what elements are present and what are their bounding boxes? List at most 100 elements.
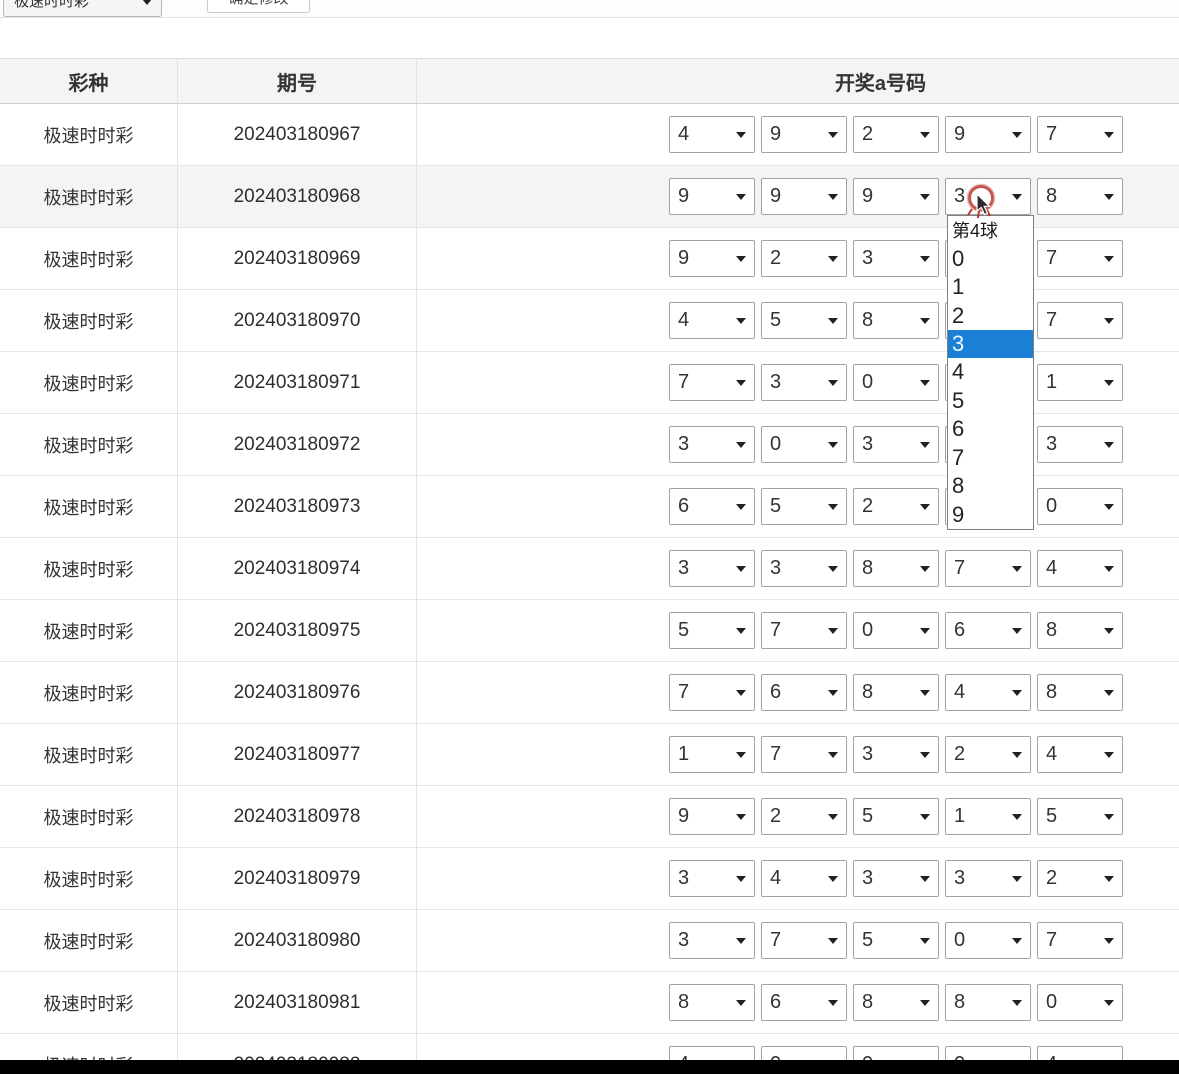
ball-2-select[interactable]: 3 <box>761 364 847 401</box>
ball-select-value: 8 <box>1046 681 1057 704</box>
ball-4-select[interactable]: 1 <box>945 798 1031 835</box>
ball-3-select[interactable]: 0 <box>853 364 939 401</box>
ball-2-select[interactable]: 0 <box>761 426 847 463</box>
dropdown-option[interactable]: 6 <box>948 415 1033 443</box>
lottery-type-cell: 极速时时彩 <box>0 538 178 599</box>
ball-select-value: 3 <box>1046 433 1057 456</box>
ball-4-select[interactable]: 4 <box>945 674 1031 711</box>
ball-1-select[interactable]: 7 <box>669 364 755 401</box>
ball-3-select[interactable]: 8 <box>853 550 939 587</box>
lottery-type-cell: 极速时时彩 <box>0 166 178 227</box>
dropdown-option[interactable]: 7 <box>948 444 1033 472</box>
ball-5-select[interactable]: 7 <box>1037 116 1123 153</box>
ball-5-select[interactable]: 3 <box>1037 426 1123 463</box>
ball-3-select[interactable]: 9 <box>853 178 939 215</box>
ball-1-select[interactable]: 4 <box>669 302 755 339</box>
ball-5-select[interactable]: 0 <box>1037 488 1123 525</box>
dropdown-option[interactable]: 5 <box>948 387 1033 415</box>
ball-2-select[interactable]: 7 <box>761 922 847 959</box>
ball-3-select[interactable]: 0 <box>853 612 939 649</box>
dropdown-option[interactable]: 8 <box>948 472 1033 500</box>
ball-5-select[interactable]: 5 <box>1037 798 1123 835</box>
ball-4-select[interactable]: 6 <box>945 612 1031 649</box>
ball-2-select[interactable]: 6 <box>761 984 847 1021</box>
ball-5-select[interactable]: 0 <box>1037 984 1123 1021</box>
ball-2-select[interactable]: 2 <box>761 240 847 277</box>
ball-select-value: 4 <box>1046 557 1057 580</box>
ball-1-select[interactable]: 6 <box>669 488 755 525</box>
ball-3-select[interactable]: 2 <box>853 488 939 525</box>
ball-5-select[interactable]: 8 <box>1037 674 1123 711</box>
ball-1-select[interactable]: 5 <box>669 612 755 649</box>
period-cell: 202403180970 <box>178 290 417 351</box>
dropdown-option[interactable]: 3 <box>948 330 1033 358</box>
ball-5-select[interactable]: 8 <box>1037 178 1123 215</box>
ball-3-select[interactable]: 3 <box>853 240 939 277</box>
ball-1-select[interactable]: 3 <box>669 426 755 463</box>
dropdown-option[interactable]: 1 <box>948 273 1033 301</box>
ball-2-select[interactable]: 7 <box>761 736 847 773</box>
ball-3-select[interactable]: 5 <box>853 922 939 959</box>
ball-1-select[interactable]: 3 <box>669 860 755 897</box>
ball-3-select[interactable]: 5 <box>853 798 939 835</box>
caret-down-icon <box>920 876 930 882</box>
ball-2-select[interactable]: 3 <box>761 550 847 587</box>
ball-4-select[interactable]: 8 <box>945 984 1031 1021</box>
ball-5-select[interactable]: 8 <box>1037 612 1123 649</box>
ball-4-select[interactable]: 2 <box>945 736 1031 773</box>
caret-down-icon <box>920 504 930 510</box>
ball-5-select[interactable]: 4 <box>1037 550 1123 587</box>
ball-4-select[interactable]: 0 <box>945 922 1031 959</box>
period-cell: 202403180976 <box>178 662 417 723</box>
ball-2-select[interactable]: 2 <box>761 798 847 835</box>
ball-3-select[interactable]: 8 <box>853 984 939 1021</box>
ball-select-value: 8 <box>954 991 965 1014</box>
ball-3-select[interactable]: 8 <box>853 302 939 339</box>
ball-3-select[interactable]: 3 <box>853 736 939 773</box>
draw-numbers-cell: 33874 <box>417 538 1178 599</box>
ball-5-select[interactable]: 7 <box>1037 922 1123 959</box>
ball-5-select[interactable]: 7 <box>1037 302 1123 339</box>
top-toolbar: 极速时时彩 确定修改 <box>0 0 1179 18</box>
dropdown-option[interactable]: 0 <box>948 244 1033 272</box>
ball-2-select[interactable]: 7 <box>761 612 847 649</box>
caret-down-icon <box>736 194 746 200</box>
ball-2-select[interactable]: 4 <box>761 860 847 897</box>
ball-select-value: 0 <box>862 619 873 642</box>
ball-2-select[interactable]: 5 <box>761 488 847 525</box>
ball-1-select[interactable]: 9 <box>669 178 755 215</box>
period-cell: 202403180978 <box>178 786 417 847</box>
ball-2-select[interactable]: 6 <box>761 674 847 711</box>
lottery-type-select[interactable]: 极速时时彩 <box>3 0 162 17</box>
ball-3-select[interactable]: 3 <box>853 860 939 897</box>
ball-5-select[interactable]: 2 <box>1037 860 1123 897</box>
dropdown-option[interactable]: 4 <box>948 358 1033 386</box>
ball-2-select[interactable]: 9 <box>761 178 847 215</box>
dropdown-option[interactable]: 9 <box>948 501 1033 529</box>
ball-1-select[interactable]: 8 <box>669 984 755 1021</box>
ball-select-value: 0 <box>862 371 873 394</box>
ball-5-select[interactable]: 1 <box>1037 364 1123 401</box>
ball-1-select[interactable]: 3 <box>669 922 755 959</box>
ball-4-select[interactable]: 3 <box>945 860 1031 897</box>
ball-1-select[interactable]: 4 <box>669 116 755 153</box>
ball-1-select[interactable]: 7 <box>669 674 755 711</box>
ball-select-value: 2 <box>770 805 781 828</box>
ball-1-select[interactable]: 3 <box>669 550 755 587</box>
dropdown-option[interactable]: 2 <box>948 301 1033 329</box>
table-row: 极速时时彩20240318097717324 <box>0 724 1179 786</box>
ball-1-select[interactable]: 1 <box>669 736 755 773</box>
caret-down-icon <box>1012 690 1022 696</box>
ball-4-select[interactable]: 7 <box>945 550 1031 587</box>
ball-3-select[interactable]: 8 <box>853 674 939 711</box>
ball-2-select[interactable]: 9 <box>761 116 847 153</box>
ball-5-select[interactable]: 4 <box>1037 736 1123 773</box>
ball-1-select[interactable]: 9 <box>669 798 755 835</box>
modify-button[interactable]: 确定修改 <box>207 0 310 13</box>
ball-3-select[interactable]: 3 <box>853 426 939 463</box>
ball-2-select[interactable]: 5 <box>761 302 847 339</box>
ball-4-select[interactable]: 9 <box>945 116 1031 153</box>
ball-5-select[interactable]: 7 <box>1037 240 1123 277</box>
ball-1-select[interactable]: 9 <box>669 240 755 277</box>
ball-3-select[interactable]: 2 <box>853 116 939 153</box>
